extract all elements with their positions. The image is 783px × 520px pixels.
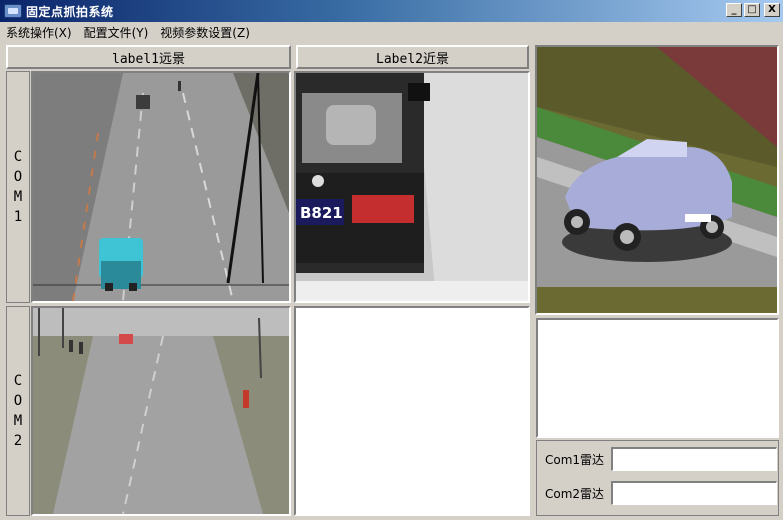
com1-char: C xyxy=(13,149,23,165)
com2-char: 2 xyxy=(13,433,23,449)
com1-radar-label: Com1雷达 xyxy=(545,452,605,467)
radar-panel: Com1雷达 Com2雷达 xyxy=(536,440,779,516)
maximize-button[interactable]: □ xyxy=(744,3,760,17)
com1-char: 1 xyxy=(13,209,23,225)
label1-far-view-button[interactable]: label1远景 xyxy=(6,45,291,69)
menu-video-settings[interactable]: 视频参数设置(Z) xyxy=(160,24,250,41)
com2-row-label: C O M 2 xyxy=(6,306,30,516)
com2-radar-label: Com2雷达 xyxy=(545,486,605,501)
close-button[interactable]: X xyxy=(764,3,780,17)
com2-char: M xyxy=(13,413,23,429)
captured-car-image xyxy=(535,45,779,315)
com1-radar-row: Com1雷达 xyxy=(545,447,777,471)
com2-far-view-video[interactable] xyxy=(31,306,291,516)
com1-radar-input[interactable] xyxy=(611,447,777,471)
app-icon xyxy=(4,4,22,18)
com2-near-view-video[interactable] xyxy=(294,306,530,516)
menu-bar: 系统操作(X) 配置文件(Y) 视频参数设置(Z) xyxy=(0,22,783,42)
label2-near-view-button[interactable]: Label2近景 xyxy=(296,45,529,69)
license-plate: B821 xyxy=(300,204,343,222)
com1-near-view-video[interactable]: B821 xyxy=(294,71,530,303)
com1-far-view-video[interactable] xyxy=(31,71,291,303)
info-display-box xyxy=(536,318,779,438)
menu-system[interactable]: 系统操作(X) xyxy=(6,24,72,41)
com1-char: O xyxy=(13,169,23,185)
menu-config[interactable]: 配置文件(Y) xyxy=(84,24,149,41)
window-title: 固定点抓拍系统 xyxy=(26,4,114,19)
com1-row-label: C O M 1 xyxy=(6,71,30,303)
window-controls: _ □ X xyxy=(726,3,780,17)
com2-char: O xyxy=(13,393,23,409)
minimize-button[interactable]: _ xyxy=(726,3,742,17)
com2-radar-row: Com2雷达 xyxy=(545,481,777,505)
com2-radar-input[interactable] xyxy=(611,481,777,505)
com2-char: C xyxy=(13,373,23,389)
title-bar: 固定点抓拍系统 _ □ X xyxy=(0,0,783,22)
com1-char: M xyxy=(13,189,23,205)
